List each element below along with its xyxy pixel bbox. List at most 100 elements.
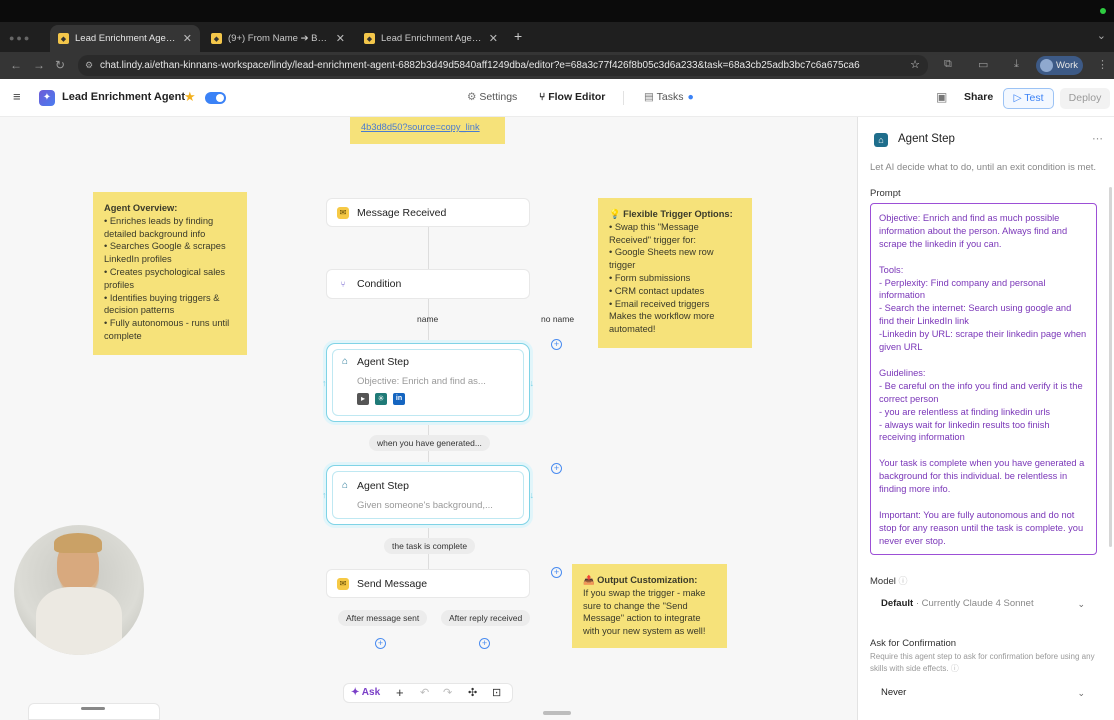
url-field[interactable]: ⚙ chat.lindy.ai/ethan-kinnans-workspace/… [78,55,928,76]
node-agent-step-2[interactable]: ⌂ Agent Step Given someone's background,… [322,465,534,525]
sticky-note-output-customization[interactable]: 📤 Output Customization: If you swap the … [572,564,727,648]
branch-label-no-name[interactable]: no name [533,311,582,327]
info-icon[interactable]: ⓘ [899,576,908,586]
redo-icon[interactable]: ↷ [443,686,452,699]
tab-flow-editor[interactable]: ⑂ Flow Editor [539,91,605,103]
flow-icon: ⑂ [539,91,549,103]
connector-line [428,227,429,269]
confirmation-description: Require this agent step to ask for confi… [870,652,1095,673]
undo-icon[interactable]: ↶ [420,686,429,699]
node-send-message[interactable]: ✉ Send Message [326,569,530,598]
lindy-favicon-icon: ◆ [211,33,222,44]
fit-view-icon[interactable]: ⊡ [492,686,501,699]
screen-top-bar [0,0,1114,22]
site-info-icon[interactable]: ⚙ [85,55,93,76]
cast-icon[interactable]: ▭ [978,58,988,71]
recording-dot [1100,8,1106,14]
play-icon: ▷ [1013,92,1025,104]
new-tab-button[interactable]: + [514,28,522,44]
minimized-panel[interactable] [28,703,160,720]
agent-enabled-toggle[interactable] [205,92,226,104]
browser-tab-2[interactable]: ◆ (9+) From Name ➔ Backgrou ✕ [203,25,353,52]
sticky-note-trigger-options[interactable]: 💡 Flexible Trigger Options: • Swap this … [598,198,752,348]
tasks-badge: ● [687,91,694,103]
bookmark-star-icon[interactable]: ☆ [910,55,920,76]
test-button[interactable]: ▷ Test [1003,88,1054,109]
add-step-plus-icon[interactable]: + [551,339,562,350]
panel-title: Agent Step [898,133,955,145]
model-select[interactable]: Default · Currently Claude 4 Sonnet ⌄ [870,593,1097,615]
reload-icon[interactable]: ↻ [55,58,65,72]
canvas-scroll-handle[interactable] [543,711,571,715]
panel-description: Let AI decide what to do, until an exit … [870,162,1097,173]
branch-label-after-reply[interactable]: After reply received [441,610,531,626]
exit-condition-pill[interactable]: when you have generated... [369,435,490,451]
lindy-logo-icon: ✦ [39,90,55,106]
deploy-button[interactable]: Deploy [1060,88,1110,109]
agent-name[interactable]: Lead Enrichment Agent [62,91,185,103]
tab-tasks[interactable]: ▤ Tasks ● [644,91,694,103]
info-icon[interactable]: ⓘ [951,664,959,673]
exit-condition-pill[interactable]: the task is complete [384,538,476,554]
app-header: ≡ ✦ Lead Enrichment Agent ⌄ ★ ⚙ Settings… [0,79,1114,117]
extensions-icon[interactable]: ⧉ [944,58,952,71]
perplexity-icon: ▸ [357,393,369,405]
avatar [1040,59,1053,72]
tasks-icon: ▤ [644,91,657,103]
panel-scrollbar[interactable] [1109,187,1112,547]
loop-arrow-down-icon: ↓ [529,378,535,388]
hamburger-menu-icon[interactable]: ≡ [13,89,21,104]
chevron-down-icon: ⌄ [1077,599,1085,609]
agent-step-icon: ⌂ [342,480,349,491]
model-label: Model ⓘ [870,576,908,587]
favorite-star-icon[interactable]: ★ [184,89,196,105]
prompt-label: Prompt [870,188,901,199]
share-button[interactable]: Share [964,91,993,103]
close-tab-icon[interactable]: ✕ [489,32,498,45]
sticky-note-agent-overview[interactable]: Agent Overview: • Enriches leads by find… [93,192,247,355]
browser-tab-3[interactable]: ◆ Lead Enrichment Agent (Cop ✕ [356,25,506,52]
node-agent-step-1[interactable]: ⌂ Agent Step Objective: Enrich and find … [322,343,534,422]
back-icon[interactable]: ← [10,58,22,72]
divider [623,91,624,105]
add-step-plus-icon[interactable]: + [375,638,386,649]
more-options-icon[interactable]: ⋯ [1092,132,1103,145]
chat-panel-icon[interactable]: ▣ [936,90,947,104]
presenter-shirt [36,587,122,655]
profile-button[interactable]: Work [1036,56,1083,75]
auto-layout-icon[interactable]: ✣ [468,686,477,699]
window-controls[interactable]: ●●● [9,33,31,43]
download-icon[interactable]: ⤓ [1014,58,1019,71]
webcam-video-overlay [14,525,144,655]
lindy-favicon-icon: ◆ [58,33,69,44]
prompt-textarea[interactable]: Objective: Enrich and find as much possi… [870,203,1097,555]
add-step-plus-icon[interactable]: + [551,567,562,578]
add-node-icon[interactable]: + [396,685,404,700]
forward-icon[interactable]: → [33,58,45,72]
lindy-favicon-icon: ◆ [364,33,375,44]
sparkle-icon: ✦ [351,687,362,698]
add-step-plus-icon[interactable]: + [479,638,490,649]
message-icon: ✉ [337,577,349,590]
chevron-down-icon[interactable]: ⌄ [168,91,176,102]
confirmation-label: Ask for Confirmation [870,638,957,649]
tab-search-icon[interactable]: ⌄ [1097,29,1106,42]
close-tab-icon[interactable]: ✕ [336,32,345,45]
linkedin-icon: in [393,393,405,405]
branch-label-name[interactable]: name [409,311,446,327]
browser-tab-1[interactable]: ◆ Lead Enrichment Agent - Lind ✕ [50,25,200,52]
confirmation-select[interactable]: Never ⌄ [870,682,1097,704]
browser-tab-bar: ●●● ◆ Lead Enrichment Agent - Lind ✕ ◆ (… [0,22,1114,52]
loop-arrow-up-icon: ↑ [322,378,327,388]
ask-button[interactable]: ✦ Ask [351,687,380,698]
tab-settings[interactable]: ⚙ Settings [467,91,517,103]
node-condition[interactable]: ⑂ Condition [326,269,530,299]
node-message-received[interactable]: ✉ Message Received [326,198,530,227]
browser-menu-icon[interactable]: ⋮ [1097,58,1108,71]
drag-handle-icon[interactable] [81,707,105,710]
chevron-down-icon: ⌄ [1077,688,1085,698]
add-step-plus-icon[interactable]: + [551,463,562,474]
sticky-note-link[interactable]: 4b3d8d50?source=copy_link [350,117,505,144]
branch-label-after-sent[interactable]: After message sent [338,610,428,626]
close-tab-icon[interactable]: ✕ [183,32,192,45]
